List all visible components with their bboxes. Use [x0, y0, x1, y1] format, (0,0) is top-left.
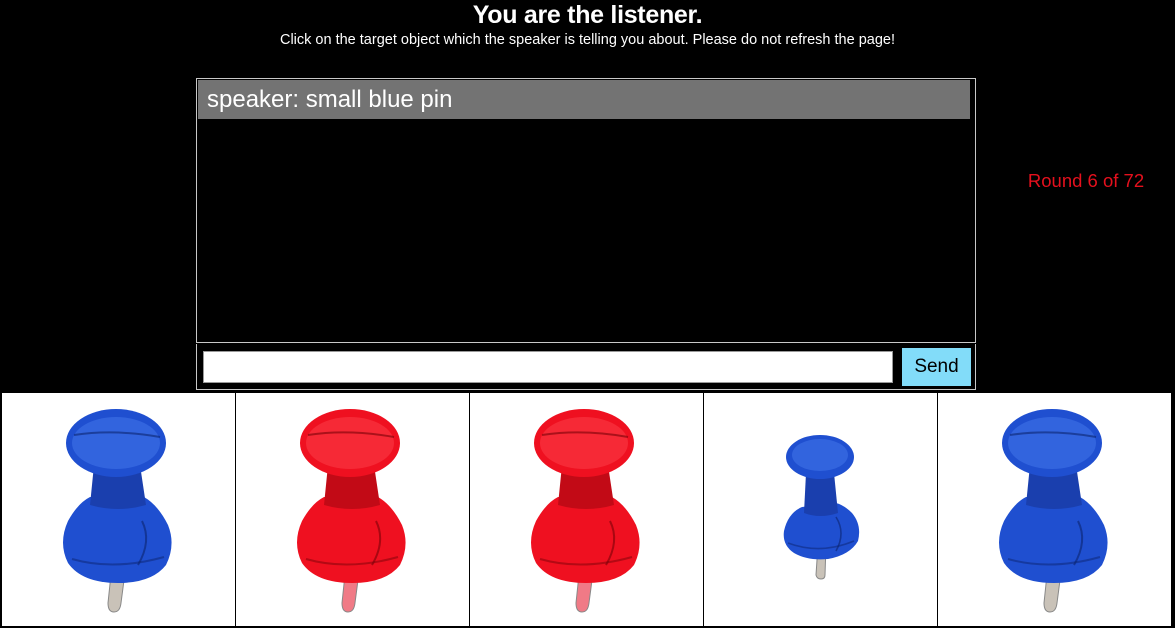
object-card-4[interactable] [704, 393, 937, 626]
listener-page: You are the listener. Click on the targe… [0, 0, 1175, 628]
red-pushpin-icon [531, 409, 640, 613]
chat-input-row: Send [196, 344, 976, 390]
object-card-3[interactable] [470, 393, 703, 626]
instructions-text: Click on the target object which the spe… [279, 32, 895, 48]
chat-input[interactable] [203, 351, 893, 383]
chat-message: speaker: small blue pin [198, 80, 970, 119]
page-title: You are the listener. [472, 1, 703, 29]
blue-pushpin-icon [63, 409, 172, 613]
red-pushpin-icon [297, 409, 406, 613]
object-grid [0, 391, 1175, 628]
blue-pushpin-icon [999, 409, 1108, 613]
object-card-2[interactable] [236, 393, 469, 626]
object-card-5[interactable] [938, 393, 1171, 626]
send-button[interactable]: Send [902, 348, 971, 386]
round-counter: Round 6 of 72 [1027, 170, 1145, 191]
blue-pushpin-icon [783, 435, 860, 580]
chat-log[interactable]: speaker: small blue pin [196, 78, 976, 343]
object-card-1[interactable] [2, 393, 235, 626]
